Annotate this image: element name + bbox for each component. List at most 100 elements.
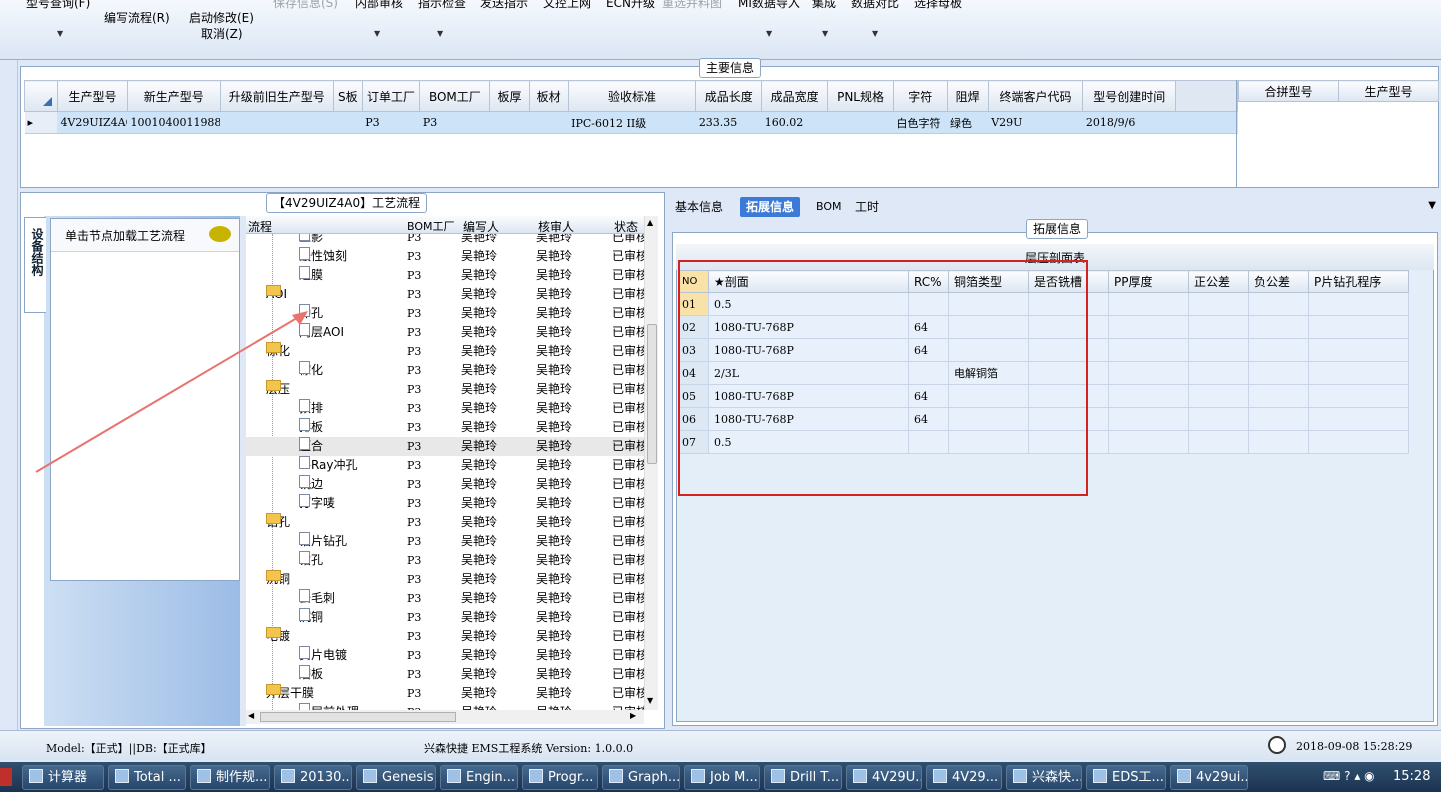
tree-node[interactable]: 去毛刺 xyxy=(299,589,335,608)
layer-cell[interactable] xyxy=(1308,361,1409,385)
tree-node[interactable]: 沉铜 xyxy=(299,608,323,627)
chevron-down-icon[interactable]: ▼ xyxy=(766,29,772,38)
taskbar-item[interactable]: Drill T... xyxy=(764,765,842,790)
layer-cell[interactable] xyxy=(1248,292,1309,316)
tree-row[interactable]: 磨板 P3 吴艳玲 吴艳玲 已审核 xyxy=(246,665,644,684)
table-cell[interactable]: IPC-6012 II级 xyxy=(568,111,696,134)
tree-row[interactable]: 显影 P3 吴艳玲 吴艳玲 已审核 xyxy=(246,234,644,247)
ribbon-instruction-check[interactable]: 指示检查 xyxy=(418,0,466,11)
side-tab-equipment[interactable]: 设备结构 xyxy=(24,217,46,313)
tree-row[interactable]: − AOI P3 吴艳玲 吴艳玲 已审核 xyxy=(246,285,644,304)
layer-col-header[interactable]: PP厚度 xyxy=(1108,270,1189,293)
layer-col-header[interactable]: 正公差 xyxy=(1188,270,1249,293)
tree-node[interactable]: − 沉铜 xyxy=(266,570,290,589)
taskbar-item[interactable]: 制作规... xyxy=(190,765,270,790)
layer-cell[interactable] xyxy=(1248,430,1309,454)
tree-row[interactable]: − 电镀 P3 吴艳玲 吴艳玲 已审核 xyxy=(246,627,644,646)
table-cell[interactable]: 10010400119886 xyxy=(127,111,221,134)
col-header[interactable]: 成品宽度 xyxy=(761,80,829,112)
tree-node[interactable]: 外层前处理 xyxy=(299,703,359,710)
tab-extended-info[interactable]: 拓展信息 xyxy=(740,197,801,217)
tree-row[interactable]: 铝片钻孔 P3 吴艳玲 吴艳玲 已审核 xyxy=(246,532,644,551)
taskbar-item[interactable]: Total ... xyxy=(108,765,186,790)
scroll-left-icon[interactable]: ◀ xyxy=(248,711,254,720)
layer-cell[interactable] xyxy=(1108,384,1189,408)
taskbar-item[interactable]: 20130... xyxy=(274,765,352,790)
layer-cell[interactable] xyxy=(1188,315,1249,339)
ribbon-send-instruction[interactable]: 发送指示 xyxy=(480,0,528,11)
layer-cell[interactable] xyxy=(1308,430,1409,454)
ribbon-data-compare[interactable]: 数据对比 xyxy=(851,0,899,11)
col-header[interactable]: S板 xyxy=(332,80,363,112)
table-cell[interactable]: P3 xyxy=(362,111,420,134)
layer-cell[interactable] xyxy=(1188,338,1249,362)
col-header-writer[interactable]: 编写人 xyxy=(463,218,499,235)
layer-cell[interactable] xyxy=(1248,315,1309,339)
taskbar-item[interactable]: Progr... xyxy=(522,765,598,790)
tree-node[interactable]: − 外层干膜 xyxy=(266,684,314,703)
layer-cell[interactable] xyxy=(1188,384,1249,408)
table-cell[interactable]: P3 xyxy=(419,111,490,134)
taskbar-item[interactable]: 计算器 xyxy=(22,765,104,790)
layer-cell[interactable] xyxy=(1108,361,1189,385)
chevron-down-icon[interactable]: ▼ xyxy=(374,29,380,38)
table-cell[interactable] xyxy=(489,111,530,134)
ribbon-select-mother[interactable]: 选择母板 xyxy=(914,0,962,11)
scroll-right-icon[interactable]: ▶ xyxy=(630,711,636,720)
col-header-checker[interactable]: 核审人 xyxy=(538,218,574,235)
table-row[interactable]: ▸ 4V29UIZ4A0 10010400119886 P3 P3 IPC-6012 II… xyxy=(24,111,1238,134)
tree-vertical-scrollbar[interactable]: ▲ ▼ xyxy=(644,216,658,710)
tree-node[interactable]: 磨板 xyxy=(299,665,323,684)
tray-icons[interactable]: ⌨ ? ▴ ◉ xyxy=(1323,769,1375,783)
layer-cell[interactable] xyxy=(1108,292,1189,316)
col-header[interactable]: PNL规格 xyxy=(827,80,894,112)
taskbar-item[interactable]: Genesis xyxy=(356,765,436,790)
tree-node[interactable]: 负片电镀 xyxy=(299,646,347,665)
col-header[interactable]: 板材 xyxy=(528,80,569,112)
tab-basic-info[interactable]: 基本信息 xyxy=(669,197,729,217)
tree-row[interactable]: 酸性蚀刻 P3 吴艳玲 吴艳玲 已审核 xyxy=(246,247,644,266)
layer-cell[interactable] xyxy=(1108,407,1189,431)
ribbon-ecn-upgrade[interactable]: ECN升级 xyxy=(606,0,655,11)
row-header-corner[interactable] xyxy=(24,80,58,112)
layer-cell[interactable] xyxy=(1108,430,1189,454)
layer-cell[interactable] xyxy=(1308,384,1409,408)
scroll-up-icon[interactable]: ▲ xyxy=(647,218,653,227)
layer-cell[interactable] xyxy=(1108,338,1189,362)
taskbar-item[interactable]: EDS工... xyxy=(1086,765,1166,790)
chevron-down-icon[interactable]: ▼ xyxy=(822,29,828,38)
tree-node[interactable]: 显影 xyxy=(299,234,323,247)
row-indicator-icon[interactable]: ▸ xyxy=(24,111,58,134)
layer-cell[interactable] xyxy=(1248,384,1309,408)
table-cell[interactable]: 160.02 xyxy=(761,111,828,134)
tree-node[interactable]: 打字唛 xyxy=(299,494,335,513)
table-cell[interactable]: 绿色 xyxy=(947,111,989,134)
col-header[interactable]: 订单工厂 xyxy=(361,80,421,112)
col-header[interactable]: 终端客户代码 xyxy=(987,80,1084,112)
taskbar-item[interactable]: 4v29ui... xyxy=(1170,765,1248,790)
tree-horizontal-scrollbar[interactable]: ◀ ▶ xyxy=(246,710,644,724)
table-cell[interactable]: 2018/9/6 xyxy=(1082,111,1176,134)
tree-row[interactable]: − 钻孔 P3 吴艳玲 吴艳玲 已审核 xyxy=(246,513,644,532)
chevron-down-icon[interactable]: ▼ xyxy=(1428,200,1436,211)
taskbar-item[interactable]: 4V29U... xyxy=(846,765,922,790)
chat-bubble-icon[interactable] xyxy=(209,226,231,242)
scroll-down-icon[interactable]: ▼ xyxy=(647,696,653,705)
taskbar-item[interactable]: 兴森快... xyxy=(1006,765,1082,790)
tab-bom[interactable]: BOM xyxy=(810,197,848,217)
col-header[interactable]: 成品长度 xyxy=(695,80,763,112)
layer-col-header[interactable]: P片钻孔程序 xyxy=(1308,270,1409,293)
tree-row[interactable]: − 外层干膜 P3 吴艳玲 吴艳玲 已审核 xyxy=(246,684,644,703)
taskbar-clock[interactable]: 15:28 xyxy=(1393,769,1430,784)
tree-node[interactable]: 钻孔 xyxy=(299,551,323,570)
layer-cell[interactable] xyxy=(1188,430,1249,454)
col-header-flow[interactable]: 流程 xyxy=(248,218,272,235)
table-cell[interactable]: 4V29UIZ4A0 xyxy=(57,111,128,134)
layer-col-header[interactable]: 负公差 xyxy=(1248,270,1309,293)
tab-work-hours[interactable]: 工时 xyxy=(849,197,885,217)
chevron-down-icon[interactable]: ▼ xyxy=(57,29,63,38)
col-header[interactable]: 新生产型号 xyxy=(126,80,221,112)
col-header[interactable]: 型号创建时间 xyxy=(1082,80,1177,112)
scroll-thumb[interactable] xyxy=(647,324,657,464)
col-header[interactable]: 板厚 xyxy=(489,80,530,112)
